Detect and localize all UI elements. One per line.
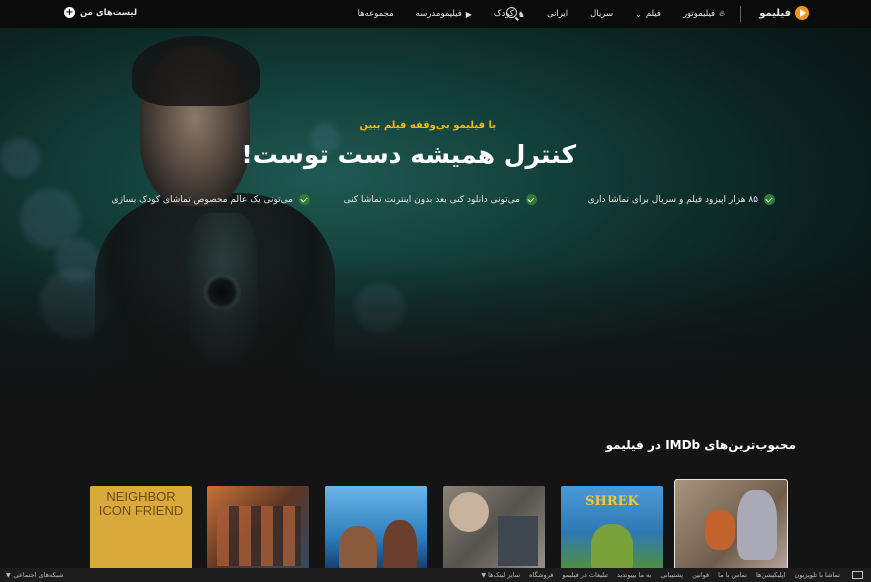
caret-down-icon: ▼: [6, 571, 11, 579]
unicorn-icon: ♞: [517, 9, 525, 19]
poster-shrek[interactable]: SHREK: [561, 486, 663, 570]
footer-links: تماشا با تلویزیون اپلیکیشن‌ها تماس با ما…: [481, 568, 863, 582]
footer-link-shop[interactable]: فروشگاه: [529, 571, 553, 579]
filimo-play-icon: [795, 6, 809, 20]
nav-item-label: ایرانی: [546, 9, 569, 19]
feature-text: می‌تونی یک عالم محصوص تماشای کودک بسازی: [111, 194, 293, 205]
hero-banner: با فیلیمو بی‌وقفه فیلم ببین کنترل همیشه …: [0, 28, 871, 398]
footer-link-tv[interactable]: تماشا با تلویزیون: [794, 571, 840, 579]
poster-carousel: SHREK NEIGHBOR ICON FRIEND: [90, 479, 790, 572]
feature-item: ۸۵ هزار اپیزود فیلم و سریال برای تماشا د…: [588, 194, 775, 205]
poster-art: [498, 516, 538, 566]
poster-art: [217, 506, 301, 566]
poster-art: [591, 524, 633, 570]
hero-fade: [0, 258, 871, 398]
poster-art: [383, 520, 417, 570]
my-lists-label: لیست‌های من: [80, 7, 138, 18]
filimo-logo[interactable]: فیلیمو: [759, 6, 809, 20]
poster-title: NEIGHBOR ICON FRIEND: [98, 489, 184, 518]
caret-down-icon: ▼: [481, 572, 487, 579]
hero-figure-hair: [132, 36, 260, 106]
nav-item-label: فیلم: [645, 9, 661, 19]
search-icon[interactable]: [506, 7, 517, 18]
nav-item-filimotor[interactable]: 🔥︎ فیلیموتور: [683, 9, 725, 19]
poster-action-ensemble[interactable]: [207, 486, 309, 570]
nav-item-label: فیلیموتور: [682, 9, 716, 19]
footer-link-apps[interactable]: اپلیکیشن‌ها: [756, 571, 785, 579]
my-lists-button[interactable]: لیست‌های من +: [64, 7, 137, 18]
poster-zootopia[interactable]: [674, 479, 788, 572]
social-networks-toggle[interactable]: شبکه‌های اجتماعی ▼: [6, 568, 64, 582]
section-title: محبوب‌ترین‌های IMDb در فیلیمو: [605, 438, 796, 452]
play-icon: ▶: [465, 9, 472, 19]
nav-item-iranian[interactable]: ایرانی: [547, 9, 568, 19]
footer-link-support[interactable]: پشتیبانی: [660, 571, 683, 579]
bokeh-light: [0, 138, 40, 178]
hero-title: کنترل همیشه دست توست!: [241, 140, 576, 169]
check-icon: [299, 194, 310, 205]
logo-text: فیلیمو: [759, 7, 791, 19]
flame-icon: 🔥︎: [719, 9, 725, 18]
feature-text: ۸۵ هزار اپیزود فیلم و سریال برای تماشا د…: [587, 194, 758, 205]
nav-item-label: مجموعه‌ها: [357, 9, 394, 19]
nav-divider: [740, 6, 741, 22]
nav-item-label: فیلیمومدرسه: [415, 9, 462, 19]
tv-icon: [852, 571, 863, 579]
nav-item-collections[interactable]: مجموعه‌ها: [358, 9, 394, 19]
check-icon: [526, 194, 537, 205]
poster-art: [737, 490, 777, 560]
nav-item-label: سریال: [590, 9, 614, 19]
feature-item: می‌تونی یک عالم محصوص تماشای کودک بسازی: [112, 194, 310, 205]
poster-drama-family[interactable]: [443, 486, 545, 570]
footer-link-terms[interactable]: قوانین: [692, 571, 709, 579]
hero-kicker: با فیلیمو بی‌وقفه فیلم ببین: [359, 120, 496, 131]
nav-item-movie[interactable]: فیلم ⌄: [635, 9, 661, 19]
top-navigation: فیلیمو 🔥︎ فیلیموتور فیلم ⌄ سریال ایرانی …: [0, 0, 871, 28]
social-label: شبکه‌های اجتماعی: [13, 571, 64, 579]
poster-moana[interactable]: [325, 486, 427, 570]
poster-art: [339, 526, 377, 570]
footer-bar: تماشا با تلویزیون اپلیکیشن‌ها تماس با ما…: [0, 568, 871, 582]
poster-art: [449, 492, 489, 532]
footer-link-more[interactable]: سایر لینک‌ها ▼: [481, 571, 520, 579]
poster-title: SHREK: [585, 494, 639, 509]
nav-item-filimo-school[interactable]: ▶ فیلیمومدرسه: [416, 9, 472, 19]
check-icon: [764, 194, 775, 205]
nav-menu: 🔥︎ فیلیموتور فیلم ⌄ سریال ایرانی ♞ کودک …: [358, 0, 725, 28]
feature-item: می‌تونی دانلود کنی بعد بدون اینترنت تماش…: [344, 194, 537, 205]
poster-art: [705, 510, 735, 550]
plus-circle-icon: +: [64, 7, 75, 18]
feature-text: می‌تونی دانلود کنی بعد بدون اینترنت تماش…: [343, 194, 520, 205]
nav-item-series[interactable]: سریال: [590, 9, 613, 19]
poster-neighbor-icon-friend[interactable]: NEIGHBOR ICON FRIEND: [90, 486, 192, 570]
footer-link-label: سایر لینک‌ها: [488, 571, 521, 579]
footer-link-ads[interactable]: تبلیغات در فیلیمو: [562, 571, 608, 579]
chevron-down-icon: ⌄: [635, 9, 642, 19]
footer-link-join[interactable]: به ما بپیوندید: [617, 571, 651, 579]
footer-link-contact[interactable]: تماس با ما: [718, 571, 747, 579]
